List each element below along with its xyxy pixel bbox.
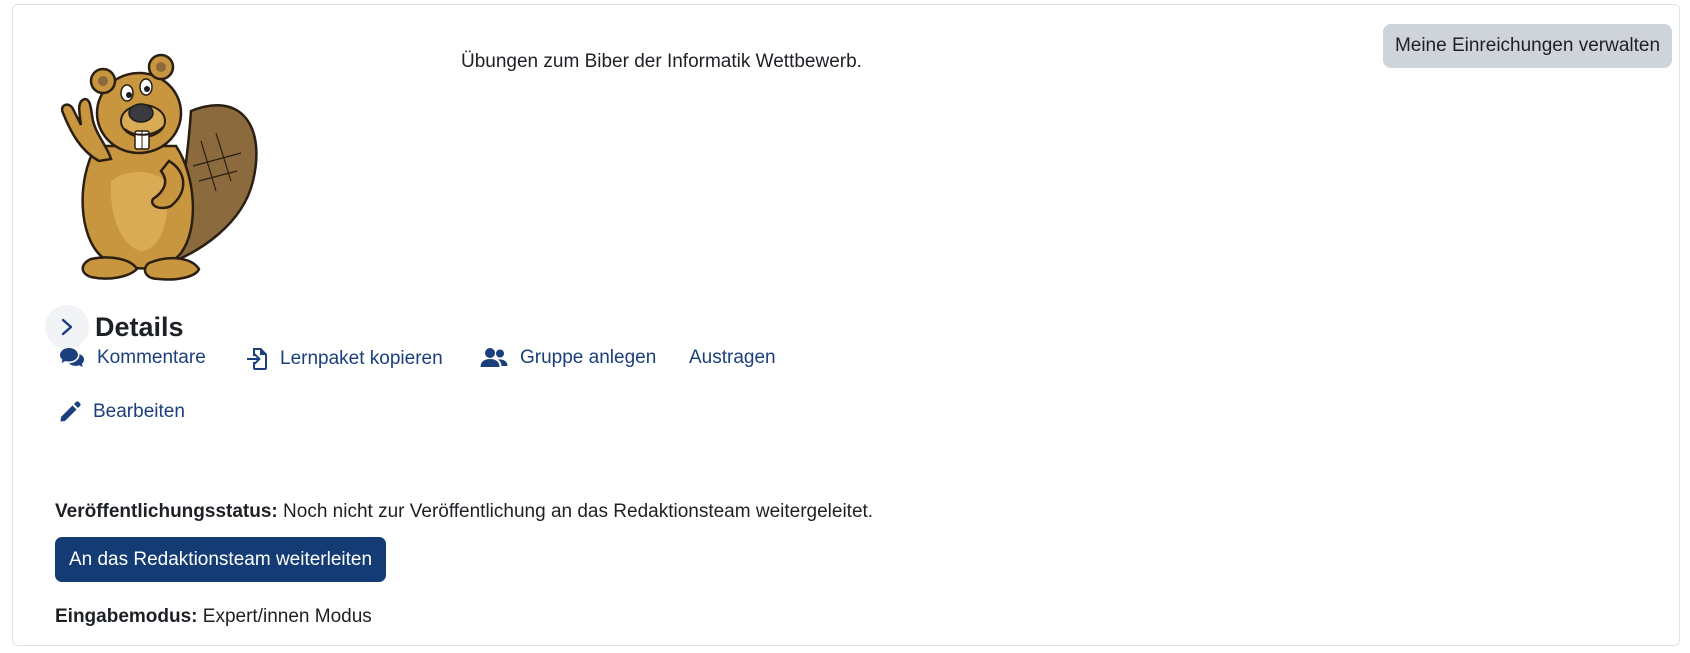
users-icon [480,348,508,367]
publication-status-value: Noch nicht zur Veröffentlichung an das R… [283,501,874,522]
input-mode-label: Eingabemodus: [55,606,198,627]
publication-status-label: Veröffentlichungsstatus: [55,501,278,522]
details-title: Details [95,311,184,342]
publication-status: Veröffentlichungsstatus: Noch nicht zur … [55,501,873,523]
forward-to-editorial-team-button[interactable]: An das Redaktionsteam weiterleiten [55,537,386,582]
manage-submissions-button[interactable]: Meine Einreichungen verwalten [1383,24,1672,68]
beaver-mascot-icon [60,53,258,281]
file-import-icon [247,348,267,370]
unenrol-label: Austragen [689,347,776,368]
edit-label: Bearbeiten [93,401,185,422]
copy-learning-package-label: Lernpaket kopieren [280,348,443,369]
input-mode: Eingabemodus: Expert/innen Modus [55,606,372,628]
input-mode-value: Expert/innen Modus [202,606,372,627]
copy-learning-package-link[interactable]: Lernpaket kopieren [246,347,443,371]
pencil-icon [60,401,81,422]
comments-label: Kommentare [97,347,206,368]
chevron-right-icon [61,318,73,336]
comments-link[interactable]: Kommentare [59,347,206,369]
course-description: Übungen zum Biber der Informatik Wettbew… [461,51,862,72]
course-card: Übungen zum Biber der Informatik Wettbew… [12,4,1680,646]
details-section-header: Details [45,305,184,349]
details-toggle-button[interactable] [45,305,89,349]
comments-icon [60,348,84,367]
edit-link[interactable]: Bearbeiten [59,401,185,423]
unenrol-link[interactable]: Austragen [689,347,776,369]
create-group-label: Gruppe anlegen [520,347,657,368]
create-group-link[interactable]: Gruppe anlegen [480,347,656,369]
